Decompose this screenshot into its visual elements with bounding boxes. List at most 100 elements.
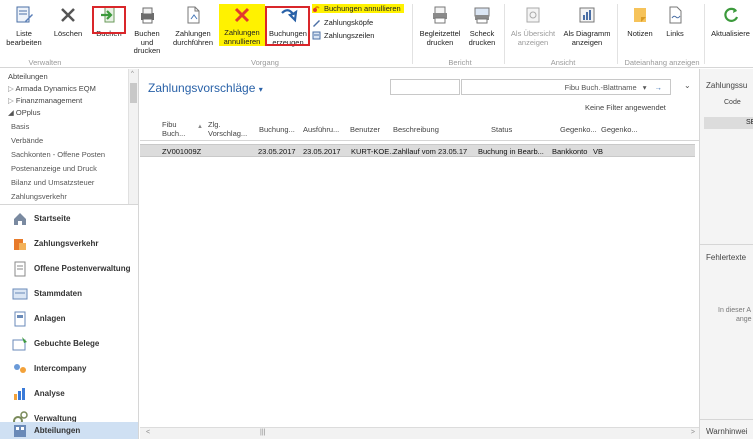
loeschen-button[interactable]: Löschen (50, 4, 86, 56)
column-ausfuehrung[interactable]: Ausführu... (303, 125, 339, 134)
apply-filter-icon[interactable]: → (655, 83, 663, 92)
nav-offene-postenverwaltung[interactable]: Offene Postenverwaltung (0, 256, 138, 281)
scroll-left-icon[interactable]: < (146, 429, 150, 436)
notes-icon (629, 4, 651, 26)
horizontal-scrollbar[interactable]: < ||| > (140, 427, 699, 439)
aktualisieren-button[interactable]: Aktualisiere (708, 4, 753, 56)
tree-item-verbaende[interactable]: Verbände (11, 136, 43, 145)
cell-buchungsdatum: 23.05.2017 (258, 147, 296, 156)
refresh-icon (720, 4, 742, 26)
factbox-row[interactable]: SE (704, 117, 753, 129)
filter-field-selector[interactable]: Fibu Buch.-Blattname ▾ → (461, 79, 671, 95)
tree-item-armada[interactable]: ▷ Armada Dynamics EQM (8, 84, 96, 93)
column-gegenkonto-art[interactable]: Gegenko... (560, 125, 597, 134)
column-zlg-vorschlag[interactable]: Zlg. Vorschlag... (208, 120, 247, 138)
buchen-callout (92, 6, 126, 34)
factbox-note-line1: In dieser A (718, 307, 752, 314)
payment-icon (14, 238, 26, 250)
nav-startseite[interactable]: Startseite (0, 206, 138, 231)
post-print-icon (136, 4, 158, 26)
liste-bearbeiten-button[interactable]: Liste bearbeiten (4, 4, 44, 56)
nav-intercompany[interactable]: Intercompany (0, 356, 138, 381)
posted-documents-icon (12, 336, 27, 350)
document-icon (182, 4, 204, 26)
nav-label: Gebuchte Belege (34, 339, 100, 348)
collapse-filter-icon[interactable]: ⌄ (684, 81, 691, 90)
grid-header: Fibu Buch... ▲ Zlg. Vorschlag... Buchung… (140, 117, 699, 141)
scroll-thumb-grip[interactable]: ||| (260, 429, 265, 436)
tree-scroll-thumb[interactable] (130, 83, 137, 103)
table-row[interactable]: ZV001009Z 23.05.2017 23.05.2017 KURT-KOE… (140, 144, 695, 157)
tree-item-zahlungsverkehr[interactable]: Zahlungsverkehr (11, 192, 67, 201)
sort-icon[interactable]: ▲ (197, 123, 203, 132)
column-gegenkonto-nr[interactable]: Gegenko... (601, 125, 638, 134)
ribbon-separator (617, 4, 618, 64)
assets-icon (14, 311, 26, 326)
search-input[interactable] (390, 79, 460, 95)
tree-scrollbar[interactable]: ^ (128, 69, 138, 204)
nav-stammdaten[interactable]: Stammdaten (0, 281, 138, 306)
scroll-up-icon[interactable]: ^ (131, 71, 134, 77)
nav-analyse[interactable]: Analyse (0, 381, 138, 406)
buchungen-annullieren-button[interactable]: Buchungen annullieren (312, 4, 404, 13)
filter-dropdown-icon[interactable]: ▾ (643, 83, 647, 92)
column-status[interactable]: Status (491, 125, 512, 134)
als-diagramm-anzeigen-button[interactable]: Als Diagramm anzeigen (561, 4, 613, 56)
delete-icon (57, 4, 79, 26)
nav-zahlungsverkehr[interactable]: Zahlungsverkehr (0, 231, 138, 256)
cell-gegenkonto-art: Bankkonto (552, 147, 588, 156)
nav-label: Anlagen (34, 314, 66, 323)
tree-item-bilanz[interactable]: Bilanz und Umsatzsteuer (11, 178, 94, 187)
nav-label: Zahlungsverkehr (34, 239, 99, 248)
tree-item-opplus[interactable]: ◢ OPplus (8, 108, 40, 117)
aktualisieren-label: Aktualisiere (711, 29, 750, 38)
nav-gebuchte-belege[interactable]: Gebuchte Belege (0, 331, 138, 356)
zahlungszeilen-button[interactable]: Zahlungszeilen (312, 31, 374, 40)
tree-item-postenanzeige[interactable]: Postenanzeige und Druck (11, 164, 97, 173)
cell-benutzer: KURT-KOE... (351, 147, 396, 156)
nav-abteilungen[interactable]: Abteilungen (0, 422, 138, 439)
links-button[interactable]: Links (660, 4, 690, 56)
nav-anlagen[interactable]: Anlagen (0, 306, 138, 331)
tree-item-sachkonten[interactable]: Sachkonten - Offene Posten (11, 150, 105, 159)
scroll-right-icon[interactable]: > (691, 429, 695, 436)
ribbon-separator (504, 4, 505, 64)
scheck-drucken-button[interactable]: Scheck drucken (464, 4, 500, 56)
buchen-und-drucken-button[interactable]: Buchen und drucken (127, 4, 167, 56)
zahlungskoepfe-button[interactable]: Zahlungsköpfe (312, 18, 373, 27)
group-bericht-label: Bericht (448, 58, 472, 67)
liste-bearbeiten-label: Liste bearbeiten (6, 29, 42, 47)
tree-item-basis[interactable]: Basis (11, 122, 29, 131)
zahlungen-durchfuehren-button[interactable]: Zahlungen durchführen (170, 4, 216, 56)
notizen-button[interactable]: Notizen (622, 4, 658, 56)
cell-gegenkonto-nr: VB (593, 147, 604, 156)
als-uebersicht-anzeigen-button[interactable]: Als Übersicht anzeigen (508, 4, 558, 56)
zahlungszeilen-label: Zahlungszeilen (324, 31, 375, 40)
payment-headers-icon (313, 20, 320, 27)
tree-item-finanzmanagement[interactable]: ▷ Finanzmanagement (8, 96, 82, 105)
group-ansicht-label: Ansicht (550, 58, 576, 67)
loeschen-label: Löschen (53, 29, 83, 38)
nav-label: Offene Postenverwaltung (34, 264, 131, 273)
column-beschreibung[interactable]: Beschreibung (393, 125, 439, 134)
home-icon (14, 212, 26, 225)
filter-field-label: Fibu Buch.-Blattname (564, 82, 637, 92)
print-icon (429, 4, 451, 26)
zahlungen-annullieren-button[interactable]: Zahlungen annullieren (219, 4, 265, 46)
factbox-zahlungssumme-title: Zahlungssu (706, 81, 748, 90)
overview-icon (522, 4, 544, 26)
column-benutzer[interactable]: Benutzer (350, 125, 380, 134)
begleitzettel-drucken-button[interactable]: Begleitzettel drucken (418, 4, 462, 56)
begleitzettel-drucken-label: Begleitzettel drucken (419, 29, 461, 47)
cancel-icon (231, 4, 253, 25)
cell-ausfuehrung: 23.05.2017 (303, 147, 341, 156)
factbox-pane: Zahlungssu Code SE Fehlertexte In dieser… (699, 69, 753, 439)
column-fibu-buch[interactable]: Fibu Buch... (162, 120, 185, 138)
buchungen-annullieren-label: Buchungen annullieren (324, 4, 401, 13)
buchungen-erzeugen-callout (265, 6, 310, 46)
page-title[interactable]: Zahlungsvorschläge ▾ (148, 81, 263, 95)
title-dropdown-icon[interactable]: ▾ (259, 85, 263, 94)
master-data-icon (12, 288, 28, 299)
tree-item-abteilungen[interactable]: Abteilungen (8, 72, 48, 81)
column-buchungsdatum[interactable]: Buchung... (259, 125, 295, 134)
